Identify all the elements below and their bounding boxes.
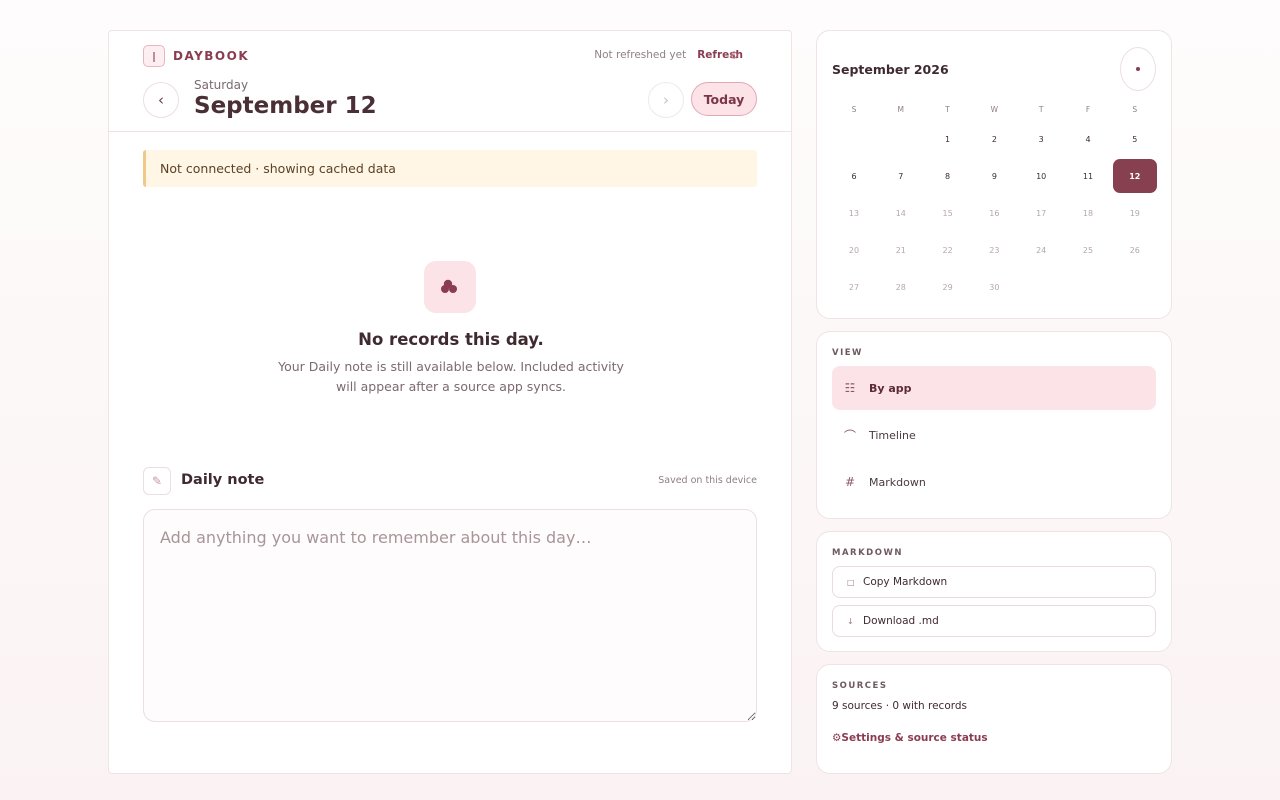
chevron-right-icon: › xyxy=(663,91,669,109)
view-option-markdown[interactable]: # Markdown xyxy=(832,460,1156,504)
weekday-header: S xyxy=(851,104,857,114)
calendar-day[interactable]: 10 xyxy=(1019,159,1063,193)
dot-icon xyxy=(1136,67,1140,71)
hash-icon: # xyxy=(844,475,856,489)
sources-summary: 9 sources · 0 with records xyxy=(832,700,968,712)
sync-status-icon[interactable]: ⚙ xyxy=(727,49,741,63)
calendar-menu-button[interactable] xyxy=(1120,47,1156,91)
refresh-area: Not refreshed yet Refresh xyxy=(594,49,743,61)
calendar-day[interactable]: 7 xyxy=(879,159,923,193)
markdown-label: MARKDOWN xyxy=(832,548,903,558)
daybook-logo-icon: ǀ xyxy=(143,45,165,67)
settings-source-status-link[interactable]: ⚙Settings & source status xyxy=(832,732,988,744)
calendar-day: 23 xyxy=(989,245,1000,255)
day-panel: ǀ DAYBOOK Not refreshed yet Refresh ⚙ ‹ … xyxy=(108,30,792,774)
weekday-header: W xyxy=(990,104,999,114)
calendar-grid: S M T W T F S 1 2 3 4 5 6 7 8 9 10 11 12 13 14 15 16 17 18 19 20 21… xyxy=(832,99,1157,304)
download-icon: ↓ xyxy=(847,616,854,626)
empty-state-icon xyxy=(424,261,476,313)
calendar-day[interactable]: 6 xyxy=(832,159,876,193)
calendar-day: 21 xyxy=(895,245,906,255)
markdown-card: MARKDOWN □ Copy Markdown ↓ Download .md xyxy=(816,531,1172,652)
calendar-day[interactable]: 5 xyxy=(1113,122,1157,156)
brand-name: DAYBOOK xyxy=(173,49,250,63)
weekday-header: S xyxy=(1132,104,1138,114)
download-md-button[interactable]: ↓ Download .md xyxy=(832,605,1156,637)
today-button[interactable]: Today xyxy=(691,82,757,116)
calendar-blank-cell xyxy=(879,122,923,156)
calendar-day[interactable]: 9 xyxy=(972,159,1016,193)
calendar-day: 14 xyxy=(895,208,906,218)
weekday-header: T xyxy=(1038,104,1044,114)
calendar-day[interactable]: 4 xyxy=(1066,122,1110,156)
view-option-timeline[interactable]: ⌒ Timeline xyxy=(832,413,1156,457)
calendar-day: 29 xyxy=(942,282,953,292)
calendar-day[interactable]: 3 xyxy=(1019,122,1063,156)
download-md-label: Download .md xyxy=(863,615,939,627)
brand: ǀ DAYBOOK xyxy=(143,45,249,67)
chevron-left-icon: ‹ xyxy=(158,91,164,109)
daily-note-textarea[interactable] xyxy=(143,509,757,722)
calendar-day: 13 xyxy=(848,208,860,218)
blob-icon xyxy=(441,279,457,293)
view-option-by-app[interactable]: ☷ By app xyxy=(832,366,1156,410)
calendar-day: 20 xyxy=(848,245,860,255)
weekday-header: F xyxy=(1085,104,1091,114)
calendar-card: September 2026 S M T W T F S 1 2 3 4 5 6 7 8 9 10 11 12 13 1… xyxy=(816,30,1172,319)
view-label: VIEW xyxy=(832,348,863,358)
copy-markdown-button[interactable]: □ Copy Markdown xyxy=(832,566,1156,598)
calendar-day-selected[interactable]: 12 xyxy=(1112,159,1157,193)
view-card: VIEW ☷ By app ⌒ Timeline # Markdown xyxy=(816,331,1172,519)
calendar-day: 16 xyxy=(989,208,1000,218)
copy-icon: □ xyxy=(847,577,855,587)
calendar-day: 22 xyxy=(942,245,953,255)
empty-state-title: No records this day. xyxy=(358,330,544,349)
calendar-day[interactable]: 11 xyxy=(1066,159,1110,193)
calendar-day: 28 xyxy=(895,282,906,292)
page-title: September 12 xyxy=(194,93,377,119)
view-option-label: Markdown xyxy=(869,475,926,489)
sources-card: SOURCES 9 sources · 0 with records ⚙Sett… xyxy=(816,664,1172,774)
calendar-month-title: September 2026 xyxy=(832,62,949,77)
calendar-day: 15 xyxy=(942,208,953,218)
daily-note-title: Daily note xyxy=(181,472,265,488)
view-option-label: Timeline xyxy=(869,428,916,442)
copy-markdown-label: Copy Markdown xyxy=(863,576,948,588)
calendar-day: 18 xyxy=(1082,208,1094,218)
refresh-status: Not refreshed yet xyxy=(594,49,687,61)
next-day-button[interactable]: › xyxy=(648,82,684,118)
calendar-day: 19 xyxy=(1129,208,1140,218)
offline-banner: Not connected · showing cached data xyxy=(143,150,757,187)
calendar-day: 25 xyxy=(1082,245,1094,255)
calendar-day[interactable]: 1 xyxy=(926,122,970,156)
calendar-day[interactable]: 2 xyxy=(972,122,1016,156)
note-saved-status: Saved on this device xyxy=(658,475,757,486)
empty-state-description: Your Daily note is still available below… xyxy=(278,359,624,394)
calendar-day: 30 xyxy=(989,282,1000,292)
calendar-day[interactable]: 8 xyxy=(926,159,970,193)
sources-label: SOURCES xyxy=(832,681,888,691)
timeline-icon: ⌒ xyxy=(844,428,857,443)
calendar-blank-cell xyxy=(832,122,876,156)
day-header: ǀ DAYBOOK Not refreshed yet Refresh ⚙ ‹ … xyxy=(109,31,791,132)
calendar-day: 26 xyxy=(1129,245,1140,255)
calendar-day: 27 xyxy=(848,282,860,292)
weekday-label: Saturday xyxy=(194,78,249,92)
pencil-icon: ✎ xyxy=(143,467,171,495)
calendar-day: 24 xyxy=(1036,245,1047,255)
previous-day-button[interactable]: ‹ xyxy=(143,82,179,118)
calendar-day: 17 xyxy=(1036,208,1047,218)
list-icon: ☷ xyxy=(844,381,856,395)
view-option-label: By app xyxy=(869,381,912,395)
weekday-header: T xyxy=(945,104,950,114)
weekday-header: M xyxy=(897,104,905,114)
